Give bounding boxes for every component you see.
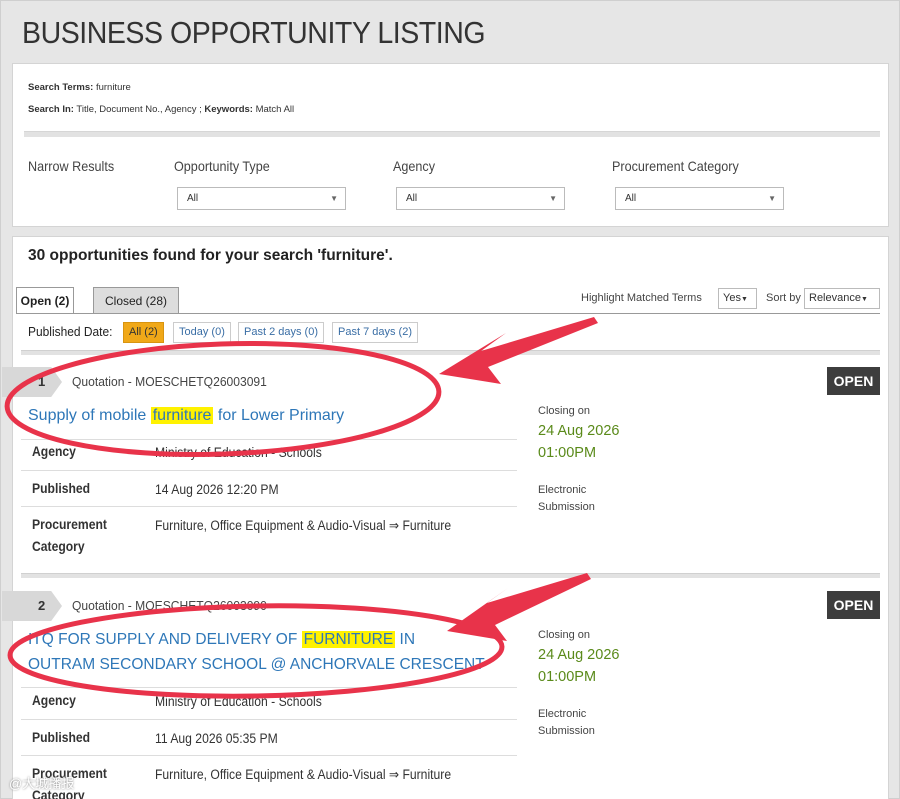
matched-term-highlight: furniture <box>150 407 214 424</box>
closing-date: 24 Aug 2026 01:00PM <box>538 647 620 685</box>
sort-by-select[interactable]: Relevance▼ <box>804 288 880 309</box>
published-value: 14 Aug 2026 12:20 PM <box>155 482 279 497</box>
narrow-results-label: Narrow Results <box>28 158 115 174</box>
procurement-category-select[interactable]: All ▼ <box>615 187 784 210</box>
chevron-down-icon: ▼ <box>330 194 338 203</box>
procurement-category-value: Furniture, Office Equipment & Audio-Visu… <box>155 767 452 782</box>
divider <box>21 439 517 440</box>
divider <box>24 131 880 137</box>
opportunity-title-link[interactable]: ITQ FOR SUPPLY AND DELIVERY OF FURNITURE… <box>28 627 528 677</box>
opportunity-type-label: Opportunity Type <box>174 158 270 174</box>
agency-value: Ministry of Education - Schools <box>155 445 322 460</box>
date-filter-past-7-days[interactable]: Past 7 days (2) <box>332 322 418 343</box>
search-summary-panel: Search Terms: furniture Search In: Title… <box>12 63 889 227</box>
divider <box>21 755 517 756</box>
divider <box>21 470 517 471</box>
result-number-badge: 2 <box>2 591 62 621</box>
page-title: BUSINESS OPPORTUNITY LISTING <box>22 15 486 50</box>
status-badge: OPEN <box>827 591 880 619</box>
divider <box>21 506 517 507</box>
closing-on-label: Closing on <box>538 405 590 417</box>
highlight-terms-label: Highlight Matched Terms <box>581 292 702 304</box>
procurement-category-label: Procurement Category <box>612 158 739 174</box>
agency-label: Agency <box>32 444 76 459</box>
chevron-down-icon: ▼ <box>768 194 776 203</box>
matched-term-highlight: FURNITURE <box>301 631 396 648</box>
watermark: @大城播报 <box>9 776 75 791</box>
chevron-down-icon: ▼ <box>549 194 557 203</box>
tab-open[interactable]: Open (2) <box>16 287 74 314</box>
status-badge: OPEN <box>827 367 880 395</box>
closing-on-label: Closing on <box>538 629 590 641</box>
results-count-heading: 30 opportunities found for your search '… <box>28 247 393 264</box>
results-panel: 30 opportunities found for your search '… <box>2 236 889 799</box>
published-label: Published <box>32 730 91 745</box>
tab-closed[interactable]: Closed (28) <box>93 287 179 314</box>
opportunity-type-select[interactable]: All ▼ <box>177 187 346 210</box>
divider <box>21 350 880 355</box>
chevron-down-icon: ▼ <box>740 296 748 303</box>
agency-label: Agency <box>32 693 76 708</box>
date-filter-today[interactable]: Today (0) <box>173 322 231 343</box>
opportunity-title-link[interactable]: Supply of mobile furniture for Lower Pri… <box>28 403 528 428</box>
agency-select[interactable]: All ▼ <box>396 187 565 210</box>
date-filter-past-2-days[interactable]: Past 2 days (0) <box>238 322 324 343</box>
published-label: Published <box>32 481 91 496</box>
sort-by-label: Sort by <box>766 292 801 304</box>
tab-underline <box>16 313 880 314</box>
chevron-down-icon: ▼ <box>860 296 868 303</box>
procurement-category-value: Furniture, Office Equipment & Audio-Visu… <box>155 518 452 533</box>
divider <box>21 573 880 578</box>
document-id: Quotation - MOESCHETQ26003090 <box>72 598 267 613</box>
page-frame: BUSINESS OPPORTUNITY LISTING Search Term… <box>0 0 900 799</box>
published-value: 11 Aug 2026 05:35 PM <box>155 731 278 746</box>
date-filter-all[interactable]: All (2) <box>123 322 164 343</box>
published-date-label: Published Date: <box>28 324 113 339</box>
divider <box>21 687 517 688</box>
highlight-terms-select[interactable]: Yes▼ <box>718 288 757 309</box>
result-number-badge: 1 <box>2 367 62 397</box>
divider <box>21 719 517 720</box>
document-id: Quotation - MOESCHETQ26003091 <box>72 374 267 389</box>
submission-method: Electronic Submission <box>538 708 595 737</box>
procurement-category-label: Procurement Category <box>32 517 107 554</box>
agency-value: Ministry of Education - Schools <box>155 694 322 709</box>
agency-filter-label: Agency <box>393 158 436 174</box>
search-in-line: Search In: Title, Document No., Agency ;… <box>28 104 295 115</box>
search-terms-line: Search Terms: furniture <box>28 82 131 93</box>
closing-date: 24 Aug 2026 01:00PM <box>538 423 620 461</box>
submission-method: Electronic Submission <box>538 484 595 513</box>
